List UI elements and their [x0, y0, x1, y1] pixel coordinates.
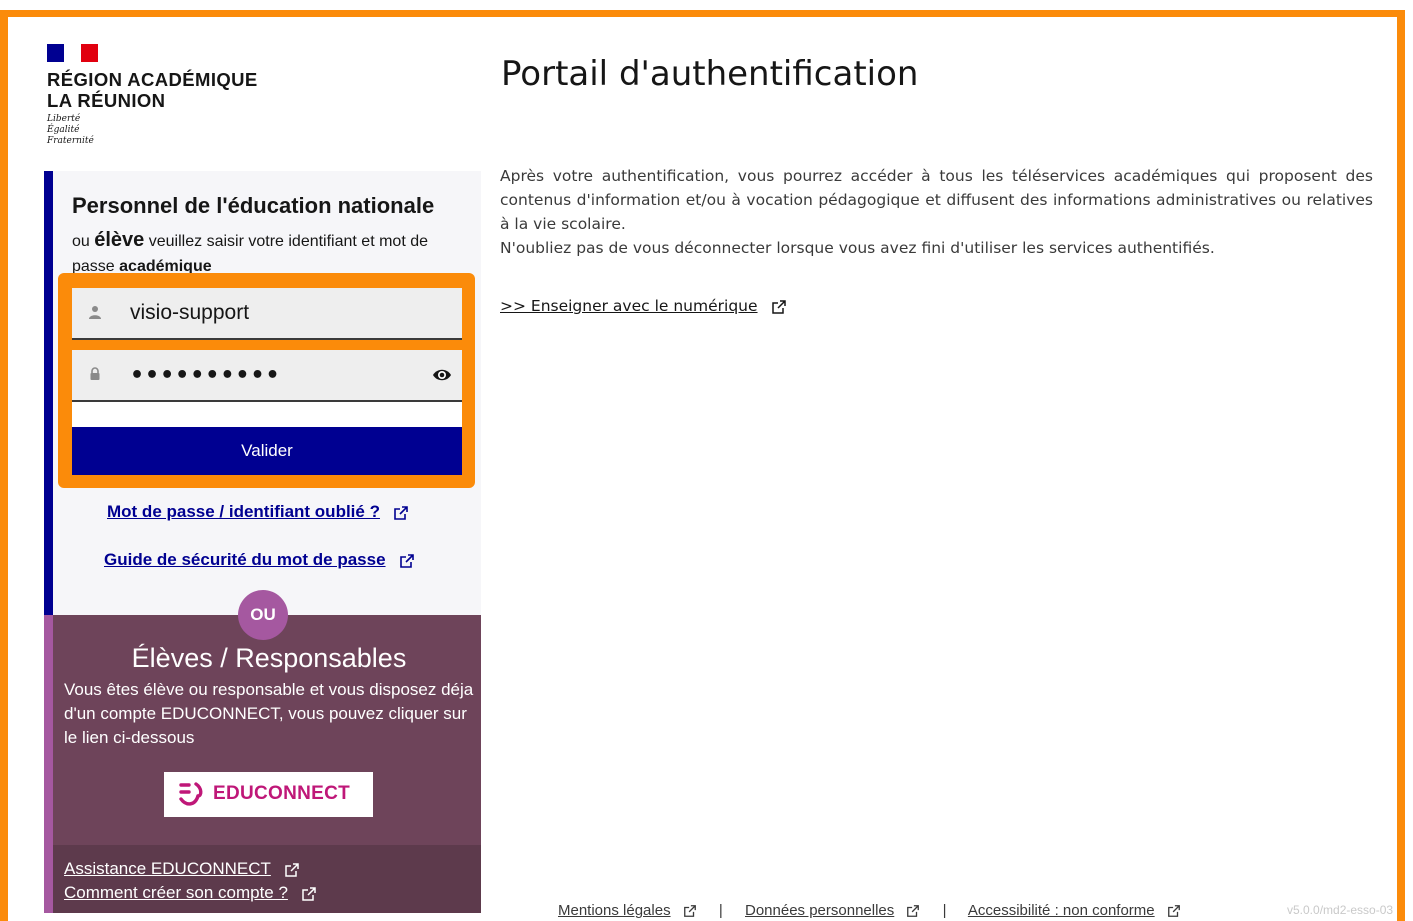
- or-separator-badge: OU: [238, 590, 288, 640]
- subtitle-prefix: ou: [72, 233, 95, 250]
- educonnect-label: EDUCONNECT: [213, 783, 351, 804]
- region-line-1: RÉGION ACADÉMIQUE: [47, 69, 258, 90]
- footer-links: Mentions légales | Données personnelles …: [558, 902, 1181, 919]
- eleves-panel-text: Vous êtes élève ou responsable et vous d…: [64, 680, 474, 747]
- create-account-link[interactable]: Comment créer son compte ?: [64, 883, 288, 902]
- page-title: Portail d'authentification: [501, 54, 919, 94]
- login-panel-subtitle: ou élève veuillez saisir votre identifia…: [72, 228, 472, 279]
- login-panel-title: Personnel de l'éducation nationale: [72, 193, 435, 218]
- republic-motto: Liberté Égalité Fraternité: [47, 114, 94, 147]
- assistance-educonnect-link[interactable]: Assistance EDUCONNECT: [64, 859, 271, 878]
- submit-button[interactable]: Valider: [72, 427, 462, 475]
- assistance-link-wrap: Assistance EDUCONNECT: [64, 859, 300, 879]
- create-account-label: Comment créer son compte ?: [64, 883, 288, 902]
- forgot-password-label: Mot de passe / identifiant oublié ?: [107, 502, 380, 521]
- version-label: v5.0.0/md2-esso-03: [1287, 903, 1394, 917]
- external-link-icon: [399, 553, 414, 568]
- forgot-password-link[interactable]: Mot de passe / identifiant oublié ?: [107, 502, 380, 521]
- external-link-icon: [285, 862, 299, 877]
- security-guide-link-wrap: Guide de sécurité du mot de passe: [104, 550, 415, 570]
- form-spacer: [72, 402, 462, 427]
- mentions-legales-link[interactable]: Mentions légales: [558, 902, 671, 919]
- intro-text: Après votre authentification, vous pourr…: [500, 164, 1373, 260]
- intro-paragraph-2: N'oubliez pas de vous déconnecter lorsqu…: [500, 239, 1215, 257]
- password-value: ••••••••••: [130, 363, 281, 388]
- motto-liberte: Liberté: [47, 114, 81, 124]
- security-guide-label: Guide de sécurité du mot de passe: [104, 550, 386, 569]
- enseigner-numerique-link[interactable]: >> Enseigner avec le numérique: [500, 297, 758, 315]
- username-field[interactable]: visio-support: [72, 288, 462, 340]
- enseigner-label: >> Enseigner avec le numérique: [500, 297, 758, 315]
- marianne-flag-logo: [47, 44, 98, 62]
- donnees-personnelles-link[interactable]: Données personnelles: [745, 902, 894, 919]
- region-name: RÉGION ACADÉMIQUE LA RÉUNION: [47, 69, 258, 111]
- external-link-icon: [394, 505, 408, 520]
- motto-egalite: Égalité: [47, 125, 80, 135]
- assistance-label: Assistance EDUCONNECT: [64, 859, 271, 878]
- accessibilite-link[interactable]: Accessibilité : non conforme: [968, 902, 1155, 919]
- footer-separator: |: [942, 902, 947, 919]
- eye-icon[interactable]: [432, 365, 452, 385]
- accessibilite-label: Accessibilité : non conforme: [967, 902, 1155, 919]
- intro-paragraph-1: Après votre authentification, vous pourr…: [500, 167, 1373, 233]
- subtitle-eleve: élève: [94, 229, 145, 251]
- donnees-label: Données personnelles: [745, 902, 895, 919]
- user-icon: [89, 306, 101, 319]
- region-line-2: LA RÉUNION: [47, 90, 166, 111]
- external-link-icon: [302, 886, 316, 901]
- mentions-label: Mentions légales: [558, 902, 671, 919]
- forgot-password-link-wrap: Mot de passe / identifiant oublié ?: [107, 502, 409, 522]
- eleves-panel-title: Élèves / Responsables: [131, 643, 407, 673]
- password-field[interactable]: ••••••••••: [72, 350, 462, 402]
- teach-link-wrap: >> Enseigner avec le numérique: [500, 296, 787, 315]
- motto-fraternite: Fraternité: [47, 136, 94, 146]
- footer-separator: |: [718, 902, 723, 919]
- external-link-icon: [907, 905, 920, 917]
- eleves-panel-footer-accent-bar: [44, 845, 53, 913]
- external-link-icon: [683, 905, 696, 917]
- username-value: visio-support: [130, 301, 250, 324]
- educonnect-button[interactable]: EDUCONNECT: [164, 772, 373, 817]
- external-link-icon: [771, 299, 786, 314]
- create-account-link-wrap: Comment créer son compte ?: [64, 883, 317, 903]
- educonnect-logo-icon: [179, 782, 203, 806]
- lock-icon: [90, 367, 100, 380]
- external-link-icon: [1167, 905, 1180, 917]
- security-guide-link[interactable]: Guide de sécurité du mot de passe: [104, 550, 386, 569]
